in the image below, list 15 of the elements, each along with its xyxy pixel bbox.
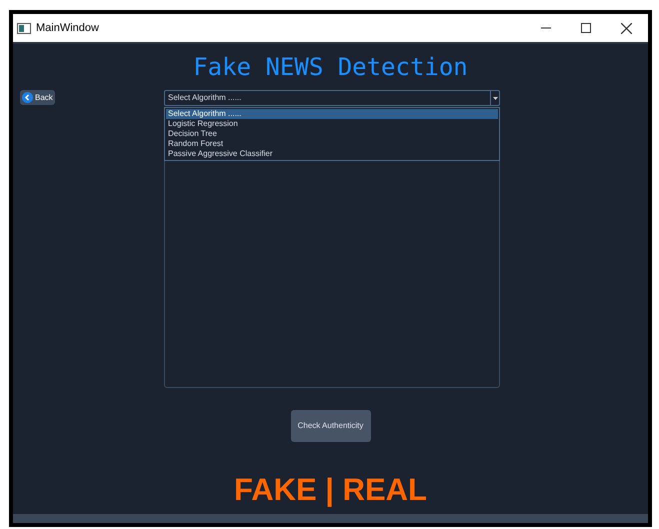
result-label: FAKE | REAL: [234, 472, 427, 508]
dropdown-option[interactable]: Logistic Regression: [166, 119, 498, 129]
window-icon: [17, 22, 31, 34]
maximize-icon[interactable]: [581, 23, 591, 33]
check-authenticity-button[interactable]: Check Authenticity: [290, 410, 370, 442]
dropdown-option[interactable]: Select Algorithm ......: [166, 109, 498, 119]
app-title: Fake NEWS Detection: [193, 52, 468, 82]
back-button[interactable]: Back: [20, 90, 55, 105]
dropdown-option[interactable]: Passive Aggressive Classifier: [166, 149, 498, 159]
window-title: MainWindow: [36, 20, 99, 36]
dropdown-option[interactable]: Decision Tree: [166, 129, 498, 139]
dropdown-option[interactable]: Random Forest: [166, 139, 498, 149]
close-icon[interactable]: [621, 22, 632, 34]
dropdown-caret-icon: [492, 96, 498, 100]
algorithm-dropdown[interactable]: Select Algorithm ......: [164, 90, 500, 106]
